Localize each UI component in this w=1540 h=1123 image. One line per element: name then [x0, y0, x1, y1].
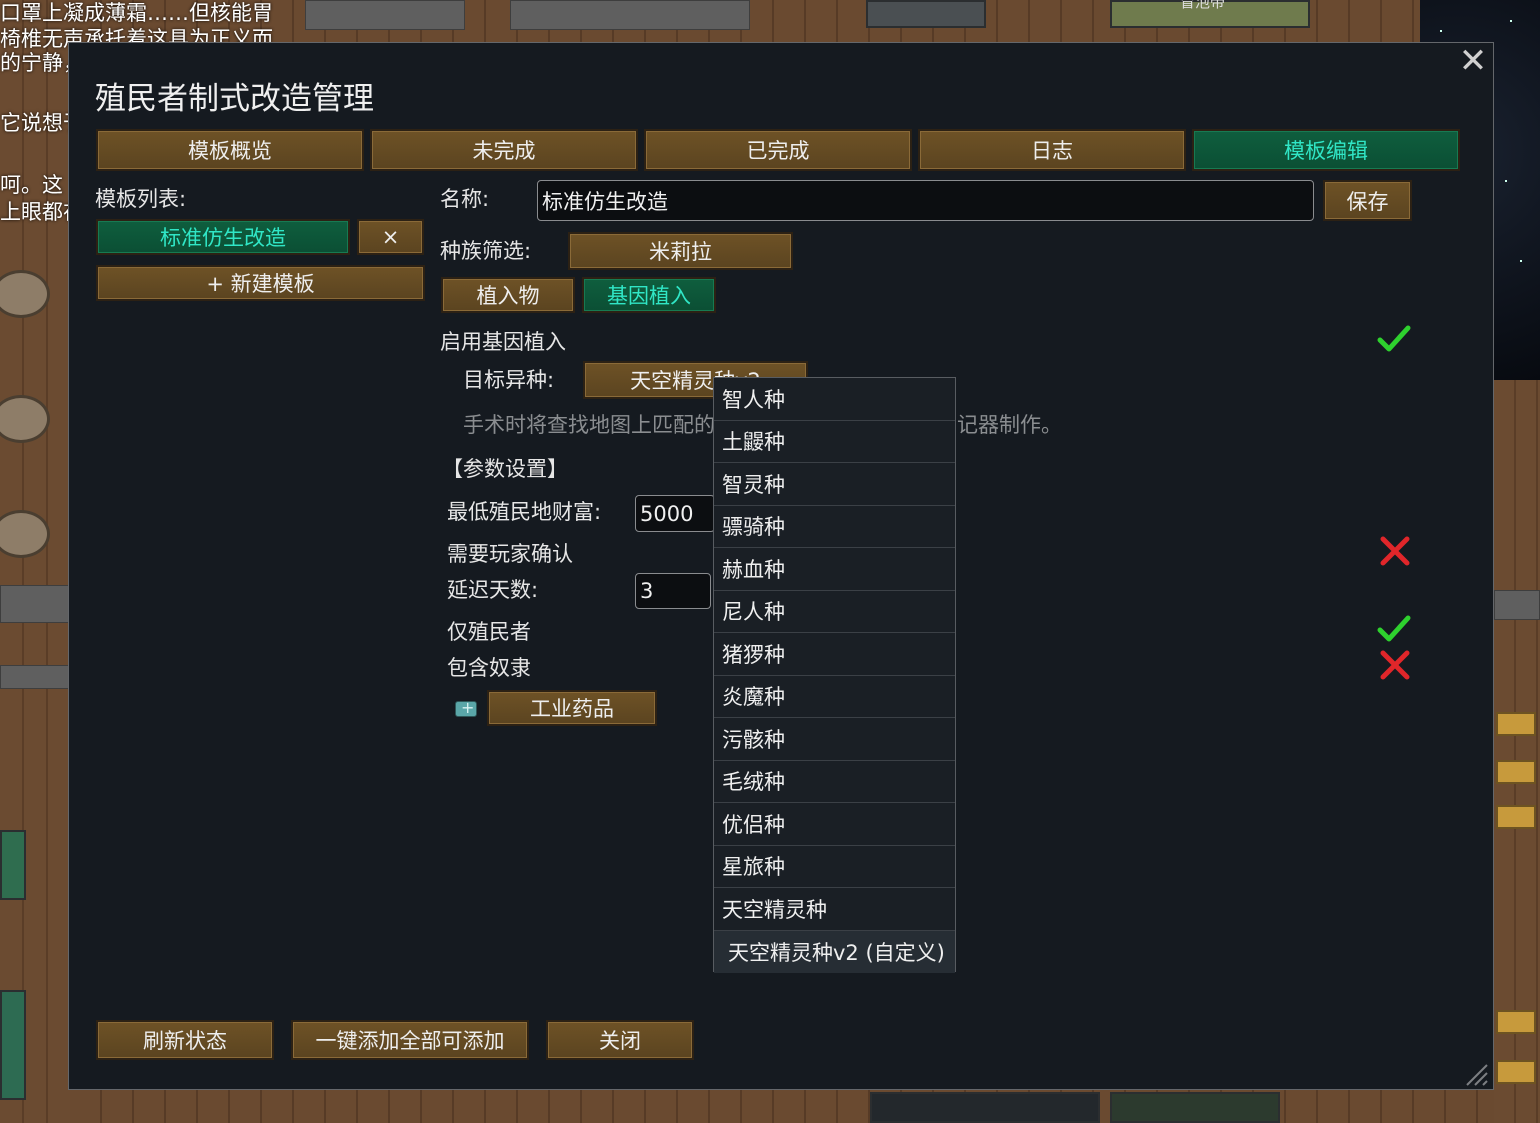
enable-gene-implant-label: 启用基因植入 [440, 330, 566, 354]
map-label: 冒泡带 [1180, 0, 1226, 11]
wall-block [1494, 590, 1540, 620]
wall-block [0, 585, 70, 623]
machine [1110, 1092, 1280, 1123]
dialog-title: 殖民者制式改造管理 [95, 81, 374, 117]
template-list-label: 模板列表: [95, 187, 187, 211]
delay-days-label: 延迟天数: [447, 578, 539, 602]
refresh-status-button[interactable]: 刷新状态 [96, 1020, 274, 1060]
wood-floor-bottom [70, 1090, 1494, 1123]
resize-grip-icon[interactable] [1461, 1059, 1489, 1087]
story-line: 口罩上凝成薄霜……但核能胃 [0, 1, 273, 25]
machine [870, 1092, 1100, 1123]
template-name-input[interactable]: 标准仿生改造 [537, 180, 1314, 221]
min-wealth-label: 最低殖民地财富: [447, 500, 602, 524]
crate [1496, 805, 1536, 829]
check-icon[interactable] [1376, 611, 1412, 647]
tab-completed[interactable]: 已完成 [644, 129, 912, 171]
dropdown-option[interactable]: 土鼹种 [714, 421, 955, 463]
dropdown-option[interactable]: 污骸种 [714, 718, 955, 761]
dropdown-option[interactable]: 猪猡种 [714, 633, 955, 676]
target-xenotype-label: 目标异种: [463, 368, 555, 392]
check-icon[interactable] [1376, 321, 1412, 357]
cross-icon[interactable] [1377, 647, 1413, 683]
delay-days-input[interactable]: 3 [635, 573, 711, 609]
dropdown-option[interactable]: 星旅种 [714, 846, 955, 888]
subtab-gene-implant[interactable]: 基因植入 [582, 277, 716, 313]
close-icon[interactable]: ✕ [1454, 44, 1492, 80]
cross-icon[interactable] [1377, 533, 1413, 569]
dropdown-option[interactable]: 骠骑种 [714, 506, 955, 548]
close-button[interactable]: 关闭 [546, 1020, 694, 1060]
dropdown-option[interactable]: 智人种 [714, 378, 955, 421]
colonists-only-label: 仅殖民者 [447, 620, 531, 644]
name-label: 名称: [440, 187, 490, 211]
min-wealth-input[interactable]: 5000 [635, 495, 715, 532]
dropdown-option[interactable]: 尼人种 [714, 591, 955, 633]
xenotype-dropdown-menu: 智人种 土鼹种 智灵种 骠骑种 赫血种 尼人种 猪猡种 炎魔种 污骸种 毛绒种 … [713, 377, 956, 973]
machine [866, 0, 986, 28]
add-all-button[interactable]: 一键添加全部可添加 [291, 1020, 529, 1060]
delete-template-button[interactable]: × [357, 219, 424, 255]
crate [1496, 760, 1536, 784]
crate [1496, 1060, 1536, 1084]
dropdown-option[interactable]: 炎魔种 [714, 676, 955, 718]
dropdown-option[interactable]: 天空精灵种 [714, 888, 955, 931]
wall-block [305, 0, 465, 30]
new-template-button[interactable]: + 新建模板 [96, 265, 425, 301]
dropdown-option[interactable]: 优侣种 [714, 803, 955, 846]
dropdown-option-selected[interactable]: 天空精灵种v2 (自定义) [714, 930, 955, 973]
subtab-implants[interactable]: 植入物 [441, 277, 575, 313]
crate [1496, 712, 1536, 736]
tab-overview[interactable]: 模板概览 [96, 129, 364, 171]
crate [1496, 1010, 1536, 1034]
machine [0, 990, 26, 1100]
params-header: 【参数设置】 [442, 457, 568, 481]
wall-block [0, 665, 70, 689]
template-item-standard-bionic[interactable]: 标准仿生改造 [96, 219, 350, 255]
tab-log[interactable]: 日志 [918, 129, 1186, 171]
tab-template-edit[interactable]: 模板编辑 [1192, 129, 1460, 171]
save-button[interactable]: 保存 [1323, 180, 1412, 221]
need-confirm-label: 需要玩家确认 [447, 542, 573, 566]
medicine-icon [455, 698, 477, 717]
hint-text: 手术时将查找地图上匹配的 [463, 413, 715, 437]
dropdown-option[interactable]: 赫血种 [714, 548, 955, 591]
dropdown-option[interactable]: 智灵种 [714, 463, 955, 506]
tab-incomplete[interactable]: 未完成 [370, 129, 638, 171]
race-filter-label: 种族筛选: [440, 239, 532, 263]
include-slaves-label: 包含奴隶 [447, 656, 531, 680]
wood-floor-left [0, 0, 70, 1123]
wall-block [510, 0, 750, 30]
machine [0, 830, 26, 900]
race-filter-dropdown[interactable]: 米莉拉 [568, 232, 793, 270]
hint-text-end: 记器制作。 [957, 413, 1062, 437]
medicine-button[interactable]: 工业药品 [487, 690, 657, 726]
dropdown-option[interactable]: 毛绒种 [714, 761, 955, 803]
